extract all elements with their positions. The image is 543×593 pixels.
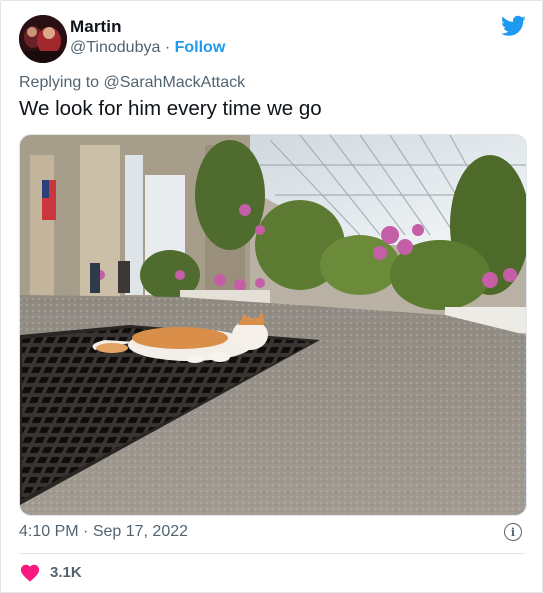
reply-mention-link[interactable]: @SarahMackAttack (104, 74, 246, 91)
tweet-time: 4:10 PM (19, 523, 79, 540)
heart-icon (20, 564, 40, 582)
author-name[interactable]: Martin (70, 17, 122, 37)
avatar[interactable] (19, 15, 67, 63)
tweet-date: Sep 17, 2022 (92, 523, 189, 540)
like-count: 3.1K (50, 563, 82, 581)
divider (19, 553, 525, 554)
handle-separator: · (164, 39, 171, 56)
twitter-bird-icon[interactable] (501, 15, 526, 37)
tweet-photo[interactable] (19, 134, 527, 516)
info-icon[interactable]: i (504, 523, 522, 541)
like-button[interactable]: 3.1K (19, 562, 82, 582)
tweet-text: We look for him every time we go (19, 97, 322, 120)
follow-button[interactable]: Follow (175, 39, 226, 56)
author-handle[interactable]: @Tinodubya (70, 39, 160, 56)
replying-to: Replying to @SarahMackAttack (19, 74, 245, 92)
reply-prefix: Replying to (19, 74, 100, 91)
author-handle-row: @Tinodubya · Follow (70, 39, 225, 57)
tweet-timestamp[interactable]: 4:10 PM · Sep 17, 2022 (19, 523, 188, 541)
tweet-card: Martin @Tinodubya · Follow Replying to @… (0, 0, 543, 593)
meta-separator: · (83, 523, 89, 540)
